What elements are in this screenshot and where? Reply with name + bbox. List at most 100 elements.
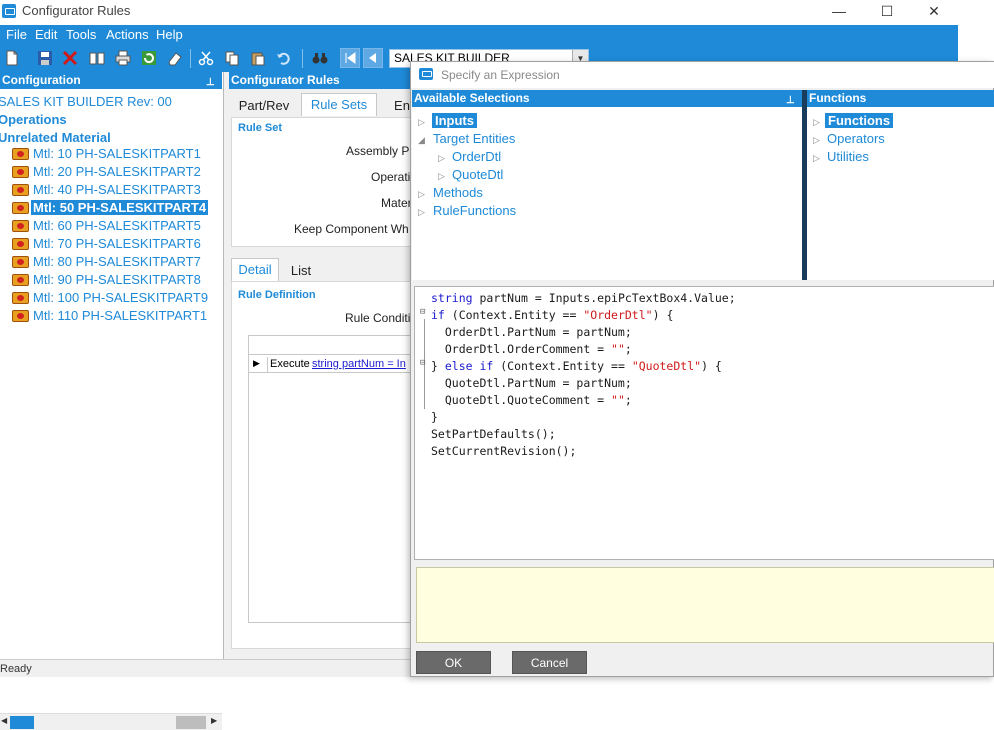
tree-quotedtl-node[interactable]: QuoteDtl <box>452 167 503 182</box>
new-icon[interactable] <box>4 50 20 66</box>
menu-bar: File Edit Tools Actions Help <box>0 25 958 45</box>
toolbar-separator <box>190 49 191 68</box>
dialog-app-icon <box>419 68 433 80</box>
maximize-button[interactable]: ☐ <box>864 0 910 25</box>
tree-inputs-node[interactable]: Inputs <box>432 113 477 128</box>
tree-material-label: Mtl: 10 PH-SALESKITPART1 <box>33 146 201 161</box>
material-icon <box>12 166 29 178</box>
eraser-icon[interactable] <box>167 50 183 66</box>
expand-arrow-icon[interactable]: ▷ <box>813 135 820 146</box>
expand-arrow-icon[interactable]: ▷ <box>438 171 445 182</box>
functions-panel: Functions ▷ Functions ▷ Operators ▷ Util… <box>807 90 994 280</box>
expand-arrow-icon[interactable]: ▷ <box>418 189 425 200</box>
menu-edit[interactable]: Edit <box>35 27 57 42</box>
tree-methods-node[interactable]: Methods <box>433 185 483 200</box>
previous-record-icon[interactable] <box>363 48 383 68</box>
cut-icon[interactable] <box>198 50 214 66</box>
menu-tools[interactable]: Tools <box>66 27 96 42</box>
delete-icon[interactable] <box>62 50 78 66</box>
refresh-icon[interactable] <box>141 50 157 66</box>
horizontal-scrollbar[interactable]: ◀ ▶ <box>0 713 222 730</box>
undo-icon[interactable] <box>276 50 292 66</box>
tree-material-label: Mtl: 90 PH-SALESKITPART8 <box>33 272 201 287</box>
rule-grid: ▶ Execute string partNum = In <box>248 335 421 623</box>
tree-material-item[interactable]: Mtl: 80 PH-SALESKITPART7 <box>10 253 222 271</box>
scrollbar-thumb[interactable] <box>10 716 34 729</box>
tree-material-item[interactable]: Mtl: 90 PH-SALESKITPART8 <box>10 271 222 289</box>
code-line-5: } else if (Context.Entity == "QuoteDtl")… <box>431 359 722 373</box>
cancel-button[interactable]: Cancel <box>512 651 587 674</box>
ok-button[interactable]: OK <box>416 651 491 674</box>
tree-target-entities-node[interactable]: Target Entities <box>433 131 515 146</box>
code-line-2: if (Context.Entity == "OrderDtl") { <box>431 308 674 322</box>
material-icon <box>12 310 29 322</box>
available-selections-header: Available Selections ⊥ <box>412 90 802 107</box>
expand-arrow-icon[interactable]: ▷ <box>813 153 820 164</box>
tree-material-item[interactable]: Mtl: 40 PH-SALESKITPART3 <box>10 181 222 199</box>
tree-unrelated-material-node[interactable]: Unrelated Material <box>0 130 111 145</box>
fold-toggle-icon[interactable]: ⊟ <box>420 358 429 368</box>
tree-material-item[interactable]: Mtl: 60 PH-SALESKITPART5 <box>10 217 222 235</box>
scroll-left-icon[interactable]: ◀ <box>1 716 7 725</box>
tab-part-rev[interactable]: Part/Rev <box>233 95 295 118</box>
expand-arrow-icon[interactable]: ▷ <box>418 117 425 128</box>
expression-code-editor[interactable]: ⊟ ⊟ string partNum = Inputs.epiPcTextBox… <box>414 286 994 560</box>
grid-row[interactable]: ▶ Execute string partNum = In <box>249 354 421 373</box>
tree-operators-node[interactable]: Operators <box>827 131 885 146</box>
tree-orderdtl-node[interactable]: OrderDtl <box>452 149 501 164</box>
minimize-button[interactable]: — <box>816 0 862 25</box>
close-button[interactable]: ✕ <box>911 0 957 25</box>
material-icon <box>12 238 29 250</box>
code-line-4: OrderDtl.OrderComment = ""; <box>431 342 632 356</box>
grid-row-label: Execute <box>270 358 310 370</box>
tree-rulefunctions-node[interactable]: RuleFunctions <box>433 203 516 218</box>
available-selections-panel: Available Selections ⊥ ▷ Inputs ◢ Target… <box>412 90 802 280</box>
first-record-icon[interactable] <box>340 48 360 68</box>
material-icon <box>12 184 29 196</box>
tree-material-label: Mtl: 100 PH-SALESKITPART9 <box>33 290 209 305</box>
expand-arrow-icon[interactable]: ▷ <box>438 153 445 164</box>
save-icon[interactable] <box>37 50 53 66</box>
menu-help[interactable]: Help <box>156 27 183 42</box>
scrollbar-track <box>176 716 206 729</box>
tab-rule-sets[interactable]: Rule Sets <box>301 93 377 116</box>
code-line-7: QuoteDtl.QuoteComment = ""; <box>431 393 632 407</box>
tree-material-item[interactable]: Mtl: 50 PH-SALESKITPART4 <box>10 199 222 217</box>
code-line-1: string partNum = Inputs.epiPcTextBox4.Va… <box>431 291 736 305</box>
tree-utilities-node[interactable]: Utilities <box>827 149 869 164</box>
expand-arrow-icon[interactable]: ▷ <box>418 207 425 218</box>
tab-list[interactable]: List <box>283 260 319 283</box>
tree-material-item[interactable]: Mtl: 100 PH-SALESKITPART9 <box>10 289 222 307</box>
scroll-right-icon[interactable]: ▶ <box>211 716 217 725</box>
pin-icon[interactable]: ⊥ <box>786 92 795 109</box>
grid-row-expression-link[interactable]: string partNum = In <box>312 358 406 370</box>
tree-material-item[interactable]: Mtl: 70 PH-SALESKITPART6 <box>10 235 222 253</box>
tree-functions-node[interactable]: Functions <box>825 113 894 128</box>
tree-root-node[interactable]: SALES KIT BUILDER Rev: 00 <box>0 94 172 109</box>
configuration-tree-pane: Configuration ⊥ SALES KIT BUILDER Rev: 0… <box>0 72 224 730</box>
fold-toggle-icon[interactable]: ⊟ <box>420 307 429 317</box>
tree-material-label: Mtl: 60 PH-SALESKITPART5 <box>33 218 201 233</box>
expand-arrow-icon[interactable]: ▷ <box>813 117 820 128</box>
specify-expression-dialog: Specify an Expression Available Selectio… <box>410 61 994 677</box>
copy-icon[interactable] <box>224 50 240 66</box>
menu-actions[interactable]: Actions <box>106 27 149 42</box>
configurator-rules-pane: Configurator Rules Part/Rev Rule Sets En… <box>229 72 421 659</box>
tree-operations-node[interactable]: Operations <box>0 112 67 127</box>
menu-file[interactable]: File <box>6 27 27 42</box>
configurator-rules-header-label: Configurator Rules <box>231 73 340 87</box>
rule-set-panel: Rule Set Assembly P Operati Mater Keep C… <box>231 117 419 247</box>
print-icon[interactable] <box>115 50 131 66</box>
book-icon[interactable] <box>89 50 105 66</box>
tree-material-item[interactable]: Mtl: 110 PH-SALESKITPART1 <box>10 307 222 325</box>
title-bar: Configurator Rules — ☐ ✕ <box>0 0 958 25</box>
tree-material-item[interactable]: Mtl: 10 PH-SALESKITPART1 <box>10 145 222 163</box>
material-icon <box>12 202 29 214</box>
rule-condition-label: Rule Conditi <box>345 311 411 325</box>
binoculars-icon[interactable] <box>312 50 328 66</box>
paste-icon[interactable] <box>250 50 266 66</box>
collapse-arrow-icon[interactable]: ◢ <box>418 135 425 146</box>
tree-material-item[interactable]: Mtl: 20 PH-SALESKITPART2 <box>10 163 222 181</box>
pin-icon[interactable]: ⊥ <box>206 74 215 91</box>
tab-detail[interactable]: Detail <box>231 258 279 281</box>
